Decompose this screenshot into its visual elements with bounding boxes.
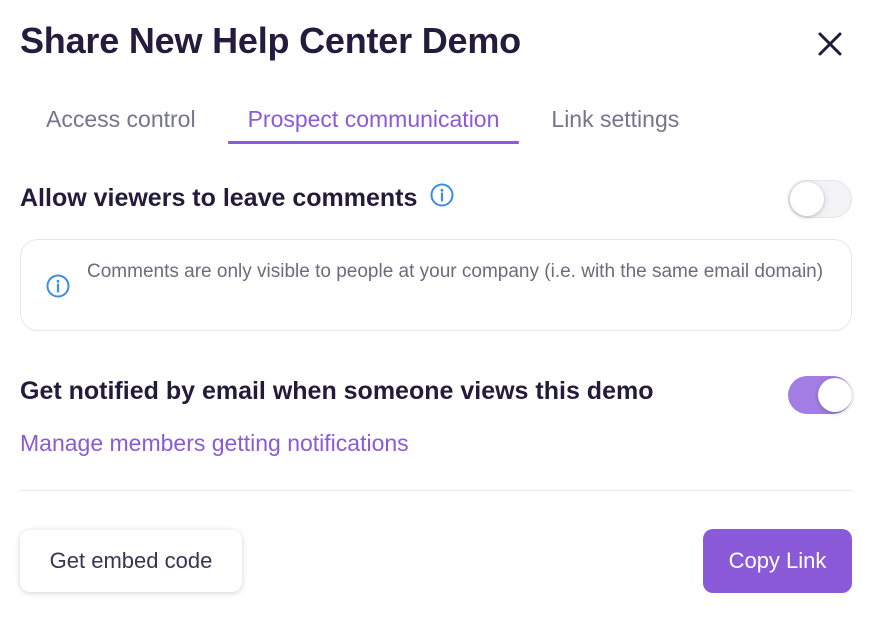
comments-setting: Allow viewers to leave comments xyxy=(20,182,455,215)
comments-toggle[interactable] xyxy=(788,180,852,218)
copy-link-button[interactable]: Copy Link xyxy=(703,529,852,593)
tab-bar: Access control Prospect communication Li… xyxy=(26,96,699,146)
tab-access-control[interactable]: Access control xyxy=(26,96,216,142)
get-embed-code-button[interactable]: Get embed code xyxy=(20,530,242,592)
toggle-knob xyxy=(790,182,824,216)
comments-label: Allow viewers to leave comments xyxy=(20,184,418,212)
comments-info-note: Comments are only visible to people at y… xyxy=(20,239,852,331)
close-button[interactable] xyxy=(812,26,848,62)
notifications-toggle[interactable] xyxy=(788,376,852,414)
divider xyxy=(20,490,852,491)
toggle-knob xyxy=(818,378,852,412)
info-icon[interactable] xyxy=(429,182,455,215)
notifications-setting: Get notified by email when someone views… xyxy=(20,377,653,406)
manage-notifications-link[interactable]: Manage members getting notifications xyxy=(20,430,409,457)
comments-note-text: Comments are only visible to people at y… xyxy=(87,261,824,282)
close-icon xyxy=(818,32,842,56)
tab-prospect-communication[interactable]: Prospect communication xyxy=(227,96,520,144)
tab-link-settings[interactable]: Link settings xyxy=(531,96,699,142)
dialog-title: Share New Help Center Demo xyxy=(20,20,521,61)
info-icon xyxy=(45,273,71,304)
notifications-label: Get notified by email when someone views… xyxy=(20,377,654,405)
